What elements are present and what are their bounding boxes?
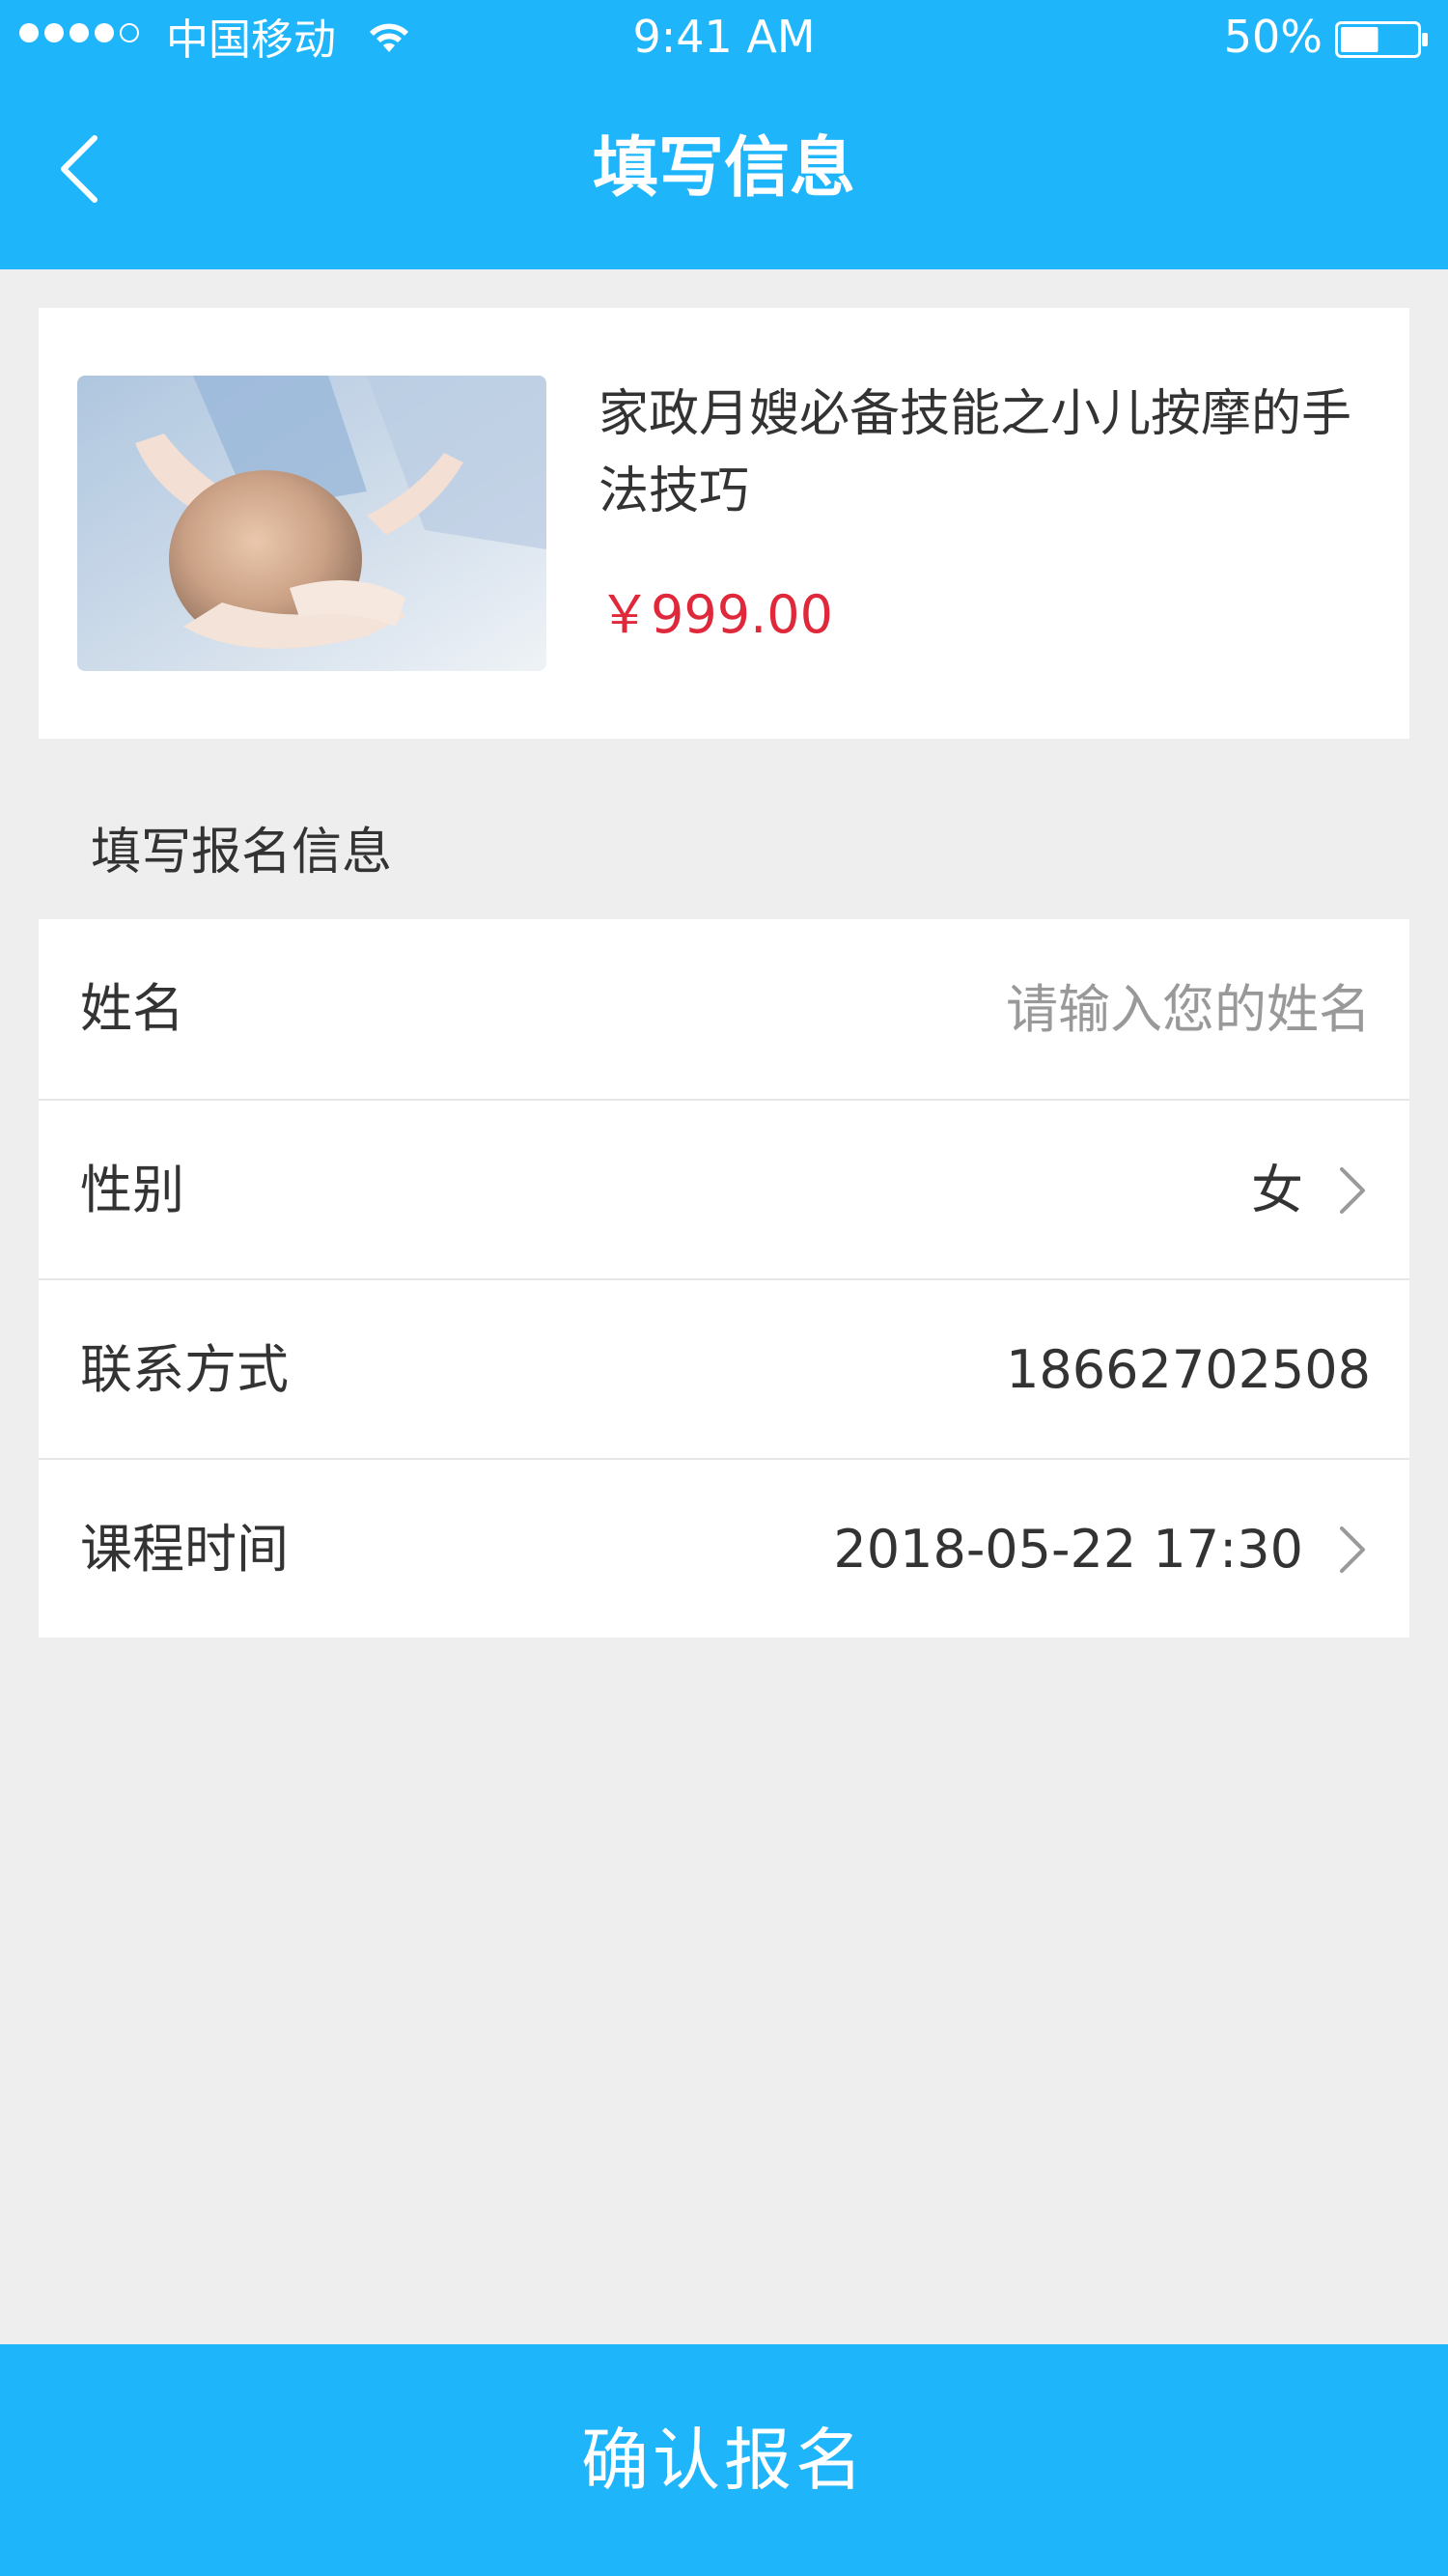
baby-massage-photo xyxy=(77,376,546,671)
confirm-signup-button[interactable]: 确认报名 xyxy=(0,2344,1448,2576)
status-bar: 中国移动 9:41 AM 50% xyxy=(0,0,1448,72)
course-time-value[interactable]: 2018-05-22 17:30 xyxy=(833,1460,1303,1639)
name-row[interactable]: 姓名 xyxy=(39,919,1409,1099)
chevron-right-icon xyxy=(1340,1167,1365,1214)
page-title: 填写信息 xyxy=(592,130,855,207)
course-price: ￥999.00 xyxy=(599,584,833,645)
section-label: 填写报名信息 xyxy=(91,824,393,882)
contact-label: 联系方式 xyxy=(80,1339,289,1400)
course-card[interactable]: 家政月嫂必备技能之小儿按摩的手法技巧 ￥999.00 xyxy=(39,308,1409,739)
name-label: 姓名 xyxy=(80,978,184,1039)
header: 中国移动 9:41 AM 50% 填写信息 xyxy=(0,0,1448,269)
chevron-right-icon xyxy=(1340,1526,1365,1573)
gender-row[interactable]: 性别 女 xyxy=(39,1099,1409,1278)
course-image xyxy=(77,376,546,671)
signup-form: 姓名 性别 女 联系方式 18662702508 课程时间 2018-05-22… xyxy=(39,919,1409,1638)
gender-label: 性别 xyxy=(80,1160,184,1220)
contact-value[interactable]: 18662702508 xyxy=(1006,1280,1371,1460)
contact-row[interactable]: 联系方式 18662702508 xyxy=(39,1278,1409,1458)
course-time-row[interactable]: 课程时间 2018-05-22 17:30 xyxy=(39,1458,1409,1638)
gender-value[interactable]: 女 xyxy=(1251,1101,1303,1280)
nav-bar: 填写信息 xyxy=(0,72,1448,269)
course-time-label: 课程时间 xyxy=(80,1519,289,1580)
course-title: 家政月嫂必备技能之小儿按摩的手法技巧 xyxy=(599,385,1352,520)
battery-icon xyxy=(1335,21,1428,58)
name-input[interactable] xyxy=(695,970,1371,1048)
battery-percentage: 50% xyxy=(1223,11,1323,63)
